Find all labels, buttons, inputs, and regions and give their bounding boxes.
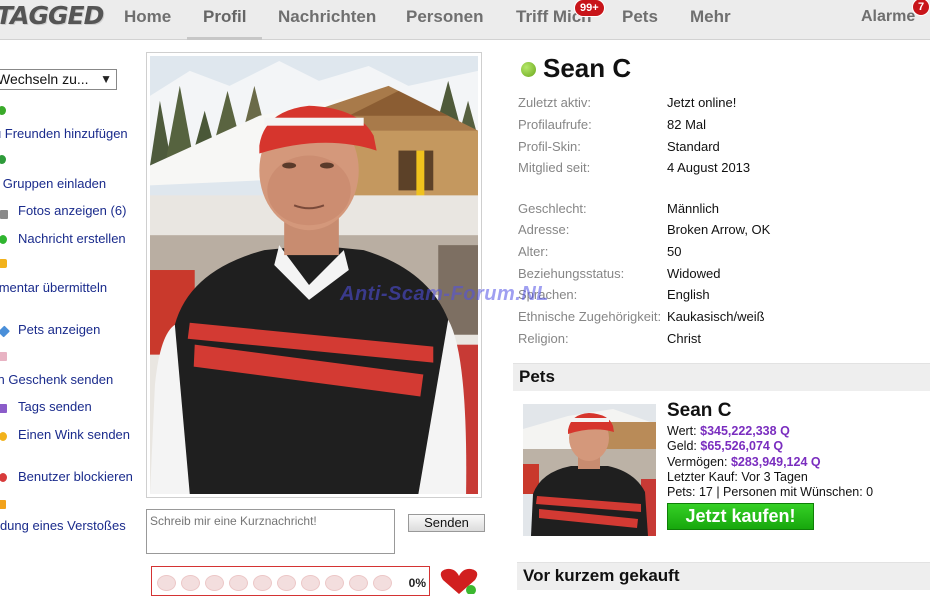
sidebar-submit-comment[interactable]: Kommentar übermitteln [0, 280, 107, 295]
value-member-since: 4 August 2013 [667, 160, 751, 175]
group-invite-icon [0, 155, 6, 164]
value-gender: Männlich [667, 201, 720, 216]
profile-photo [150, 56, 478, 494]
pet-thumbnail[interactable] [523, 404, 656, 536]
profile-photo-frame[interactable] [146, 52, 482, 498]
label-age: Alter: [518, 244, 549, 259]
pet-cash: $65,526,074 Q [700, 439, 784, 453]
photos-icon [0, 210, 8, 219]
value-last-active: Jetzt online! [667, 95, 737, 110]
label-profile-skin: Profil-Skin: [518, 139, 581, 154]
gift-icon [0, 352, 7, 361]
sidebar-block-user[interactable]: Benutzer blockieren [18, 469, 133, 484]
online-status-icon [521, 62, 536, 77]
heart-icon[interactable] [440, 568, 478, 594]
hearts-meter: 0% [151, 566, 430, 596]
value-address: Broken Arrow, OK [667, 222, 771, 237]
hearts-percent: 0% [408, 576, 426, 590]
message-icon [0, 235, 7, 244]
recently-bought-header: Vor kurzem gekauft [517, 562, 930, 590]
sidebar-write-message[interactable]: Nachricht erstellen [18, 231, 126, 246]
tags-icon [0, 404, 7, 413]
sidebar-send-gift[interactable]: Ein Geschenk senden [0, 372, 113, 387]
value-religion: Christ [667, 331, 701, 346]
label-ethnicity: Ethnische Zugehörigkeit: [518, 309, 662, 324]
recently-bought-title: Vor kurzem gekauft [523, 566, 680, 585]
switch-to-dropdown[interactable]: Wechseln zu... ▼ [0, 69, 117, 90]
pet-cash-line: Geld: $65,526,074 Q [667, 439, 783, 453]
nav-nachrichten[interactable]: Nachrichten [278, 0, 376, 40]
sidebar-add-friend[interactable]: Zu Freunden hinzufügen [0, 126, 128, 141]
sidebar-send-tags[interactable]: Tags senden [18, 399, 92, 414]
top-navigation-bar: TAGGED Home Profil Nachrichten Personen … [0, 0, 930, 40]
tagged-logo[interactable]: TAGGED [0, 1, 104, 30]
pets-section-title: Pets [519, 367, 555, 386]
meet-me-badge: 99+ [574, 0, 605, 17]
buy-now-button[interactable]: Jetzt kaufen! [667, 503, 814, 530]
switch-to-label: Wechseln zu... [0, 71, 89, 87]
pet-cash-label: Geld: [667, 439, 697, 453]
label-last-active: Zuletzt aktiv: [518, 95, 591, 110]
profile-name: Sean C [543, 53, 632, 83]
sidebar-report-abuse[interactable]: Meldung eines Verstoßes [0, 518, 126, 533]
sidebar-view-photos[interactable]: Fotos anzeigen (6) [18, 203, 126, 218]
sidebar-view-pets[interactable]: Pets anzeigen [18, 322, 100, 337]
short-message-input[interactable] [146, 509, 395, 554]
wink-icon [0, 432, 7, 441]
warning-icon [0, 500, 6, 509]
pet-stats: Pets: 17 | Personen mit Wünschen: 0 [667, 485, 874, 499]
comment-icon [0, 259, 7, 268]
pets-icon [0, 325, 11, 338]
active-tab-indicator [187, 37, 262, 40]
sidebar-invite-groups[interactable]: Zu Gruppen einladen [0, 176, 106, 191]
send-button[interactable]: Senden [408, 514, 485, 532]
chevron-down-icon: ▼ [100, 72, 112, 86]
pet-assets-line: Vermögen: $283,949,124 Q [667, 455, 821, 469]
label-relationship: Beziehungsstatus: [518, 266, 625, 281]
nav-profil[interactable]: Profil [203, 0, 246, 40]
value-profile-views: 82 Mal [667, 117, 707, 132]
label-gender: Geschlecht: [518, 201, 587, 216]
value-age: 50 [667, 244, 682, 259]
nav-pets[interactable]: Pets [622, 0, 658, 40]
nav-personen[interactable]: Personen [406, 0, 483, 40]
nav-alarme[interactable]: Alarme [861, 0, 915, 40]
pet-value: $345,222,338 Q [700, 424, 790, 438]
nav-mehr[interactable]: Mehr [690, 0, 731, 40]
value-ethnicity: Kaukasisch/weiß [667, 309, 765, 324]
value-languages: English [667, 287, 710, 302]
label-profile-views: Profilaufrufe: [518, 117, 592, 132]
watermark-text: Anti-Scam-Forum.NL [340, 283, 549, 305]
pet-value-line: Wert: $345,222,338 Q [667, 424, 790, 438]
label-member-since: Mitglied seit: [518, 160, 591, 175]
add-friend-icon [0, 106, 6, 115]
alerts-badge: 7 [912, 0, 930, 16]
value-relationship: Widowed [667, 266, 721, 281]
pets-section-header: Pets [513, 363, 930, 391]
pet-value-label: Wert: [667, 424, 697, 438]
pet-name: Sean C [667, 400, 732, 421]
nav-home[interactable]: Home [124, 0, 171, 40]
pet-last-purchase: Letzter Kauf: Vor 3 Tagen [667, 470, 808, 484]
pet-assets-label: Vermögen: [667, 455, 728, 469]
sidebar-send-wink[interactable]: Einen Wink senden [18, 427, 130, 442]
label-religion: Religion: [518, 331, 569, 346]
pet-assets: $283,949,124 Q [730, 455, 821, 469]
label-address: Adresse: [518, 222, 570, 237]
block-icon [0, 473, 7, 482]
value-profile-skin: Standard [667, 139, 720, 154]
